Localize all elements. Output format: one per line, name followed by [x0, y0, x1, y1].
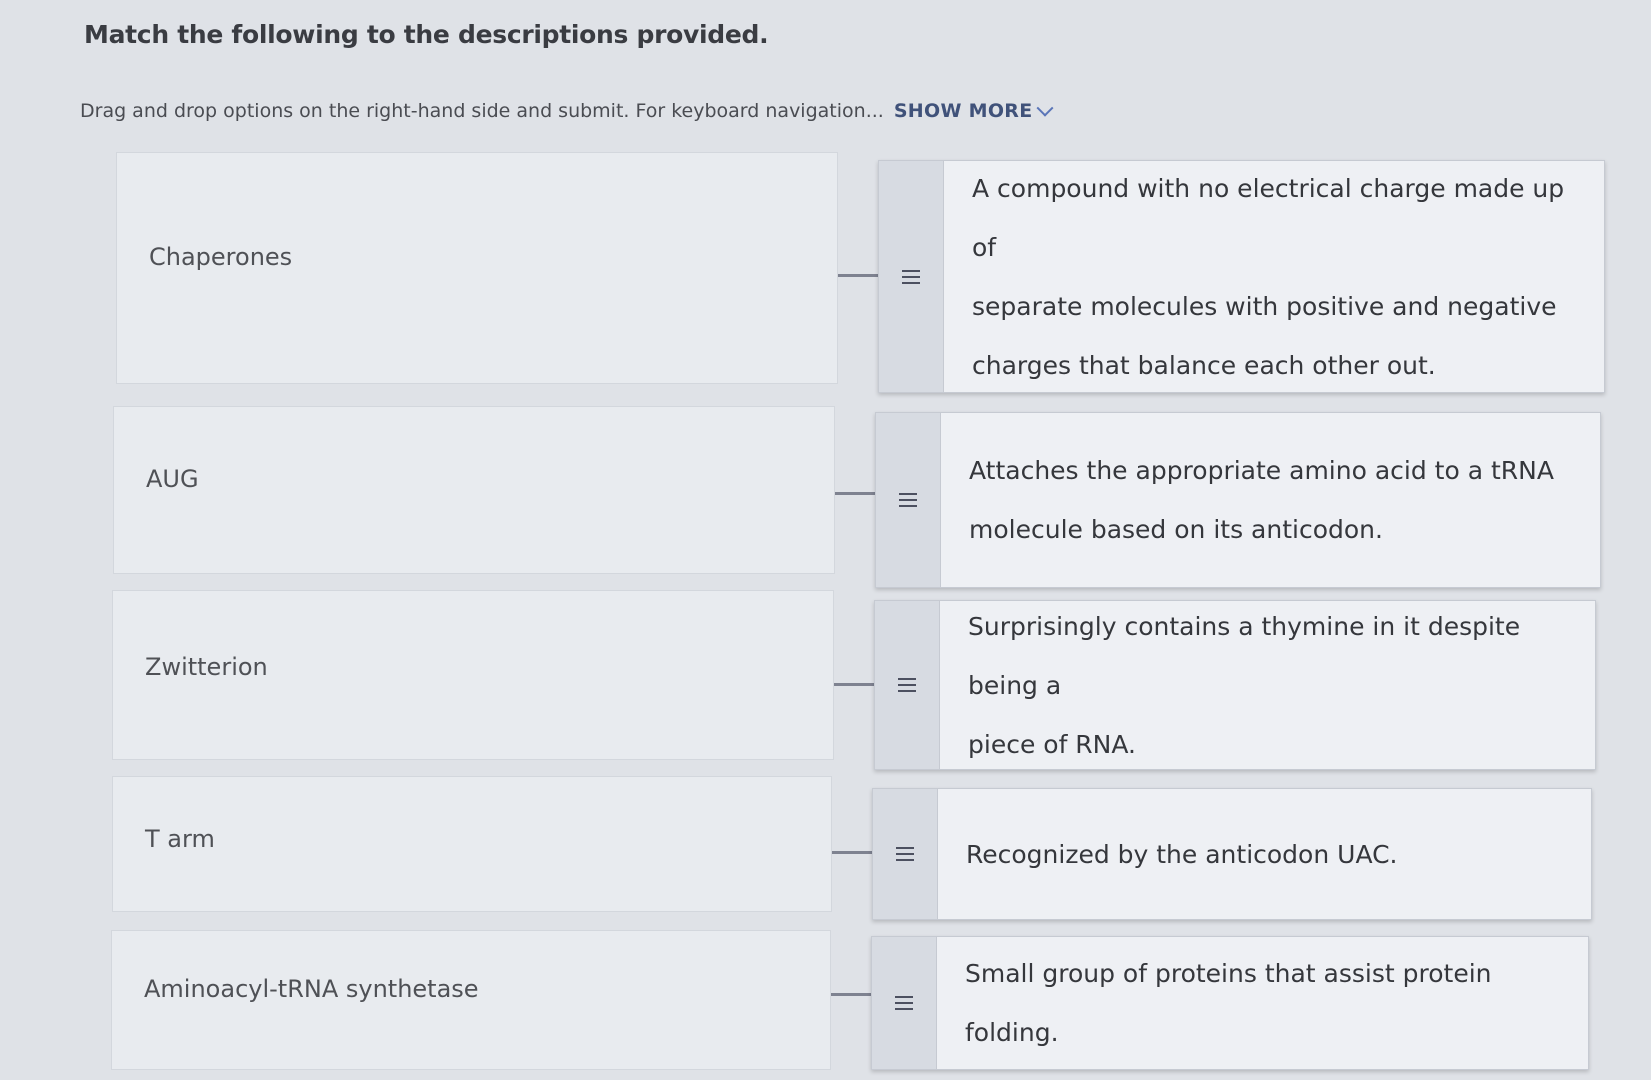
term-box: AUG	[113, 406, 835, 574]
show-more-button[interactable]: SHOW MORE	[893, 99, 1053, 122]
term-box: Zwitterion	[112, 590, 834, 760]
instructions: Drag and drop options on the right-hand …	[80, 99, 1053, 122]
connector-line	[835, 492, 875, 495]
description-text: Recognized by the anticodon UAC.	[966, 839, 1398, 869]
connector-line	[832, 851, 872, 854]
drag-handle[interactable]	[879, 161, 944, 392]
question-title: Match the following to the descriptions …	[84, 20, 769, 49]
drag-handle-icon	[898, 678, 916, 692]
draggable-description-card[interactable]: Small group of proteins that assist prot…	[871, 936, 1589, 1070]
term-label: T arm	[145, 825, 215, 853]
description-text: Attaches the appropriate amino acid to a…	[969, 456, 1554, 544]
drag-handle-icon	[896, 847, 914, 861]
term-label: Chaperones	[149, 243, 293, 271]
description-text: Surprisingly contains a thymine in it de…	[968, 611, 1521, 759]
connector-line	[831, 993, 871, 996]
draggable-description-card[interactable]: Surprisingly contains a thymine in it de…	[874, 600, 1596, 770]
draggable-description-card[interactable]: Attaches the appropriate amino acid to a…	[875, 412, 1601, 588]
description-text: A compound with no electrical charge mad…	[972, 173, 1565, 380]
instructions-text: Drag and drop options on the right-hand …	[80, 100, 884, 122]
chevron-down-icon	[1036, 99, 1053, 117]
term-box: Aminoacyl-tRNA synthetase	[111, 930, 831, 1070]
draggable-description-card[interactable]: Recognized by the anticodon UAC.	[872, 788, 1592, 920]
term-label: AUG	[146, 465, 199, 493]
drag-handle[interactable]	[875, 601, 940, 769]
draggable-description-card[interactable]: A compound with no electrical charge mad…	[878, 160, 1605, 393]
term-box: Chaperones	[116, 152, 838, 384]
drag-handle[interactable]	[876, 413, 941, 587]
show-more-label: SHOW MORE	[893, 100, 1033, 122]
term-label: Aminoacyl-tRNA synthetase	[144, 975, 479, 1003]
connector-line	[834, 683, 874, 686]
description-text: Small group of proteins that assist prot…	[965, 959, 1492, 1047]
term-label: Zwitterion	[145, 653, 268, 681]
term-box: T arm	[112, 776, 832, 912]
connector-line	[838, 274, 878, 277]
drag-handle-icon	[902, 269, 920, 284]
drag-handle[interactable]	[872, 937, 937, 1069]
drag-handle-icon	[895, 996, 913, 1010]
drag-handle[interactable]	[873, 789, 938, 919]
drag-handle-icon	[899, 493, 917, 507]
